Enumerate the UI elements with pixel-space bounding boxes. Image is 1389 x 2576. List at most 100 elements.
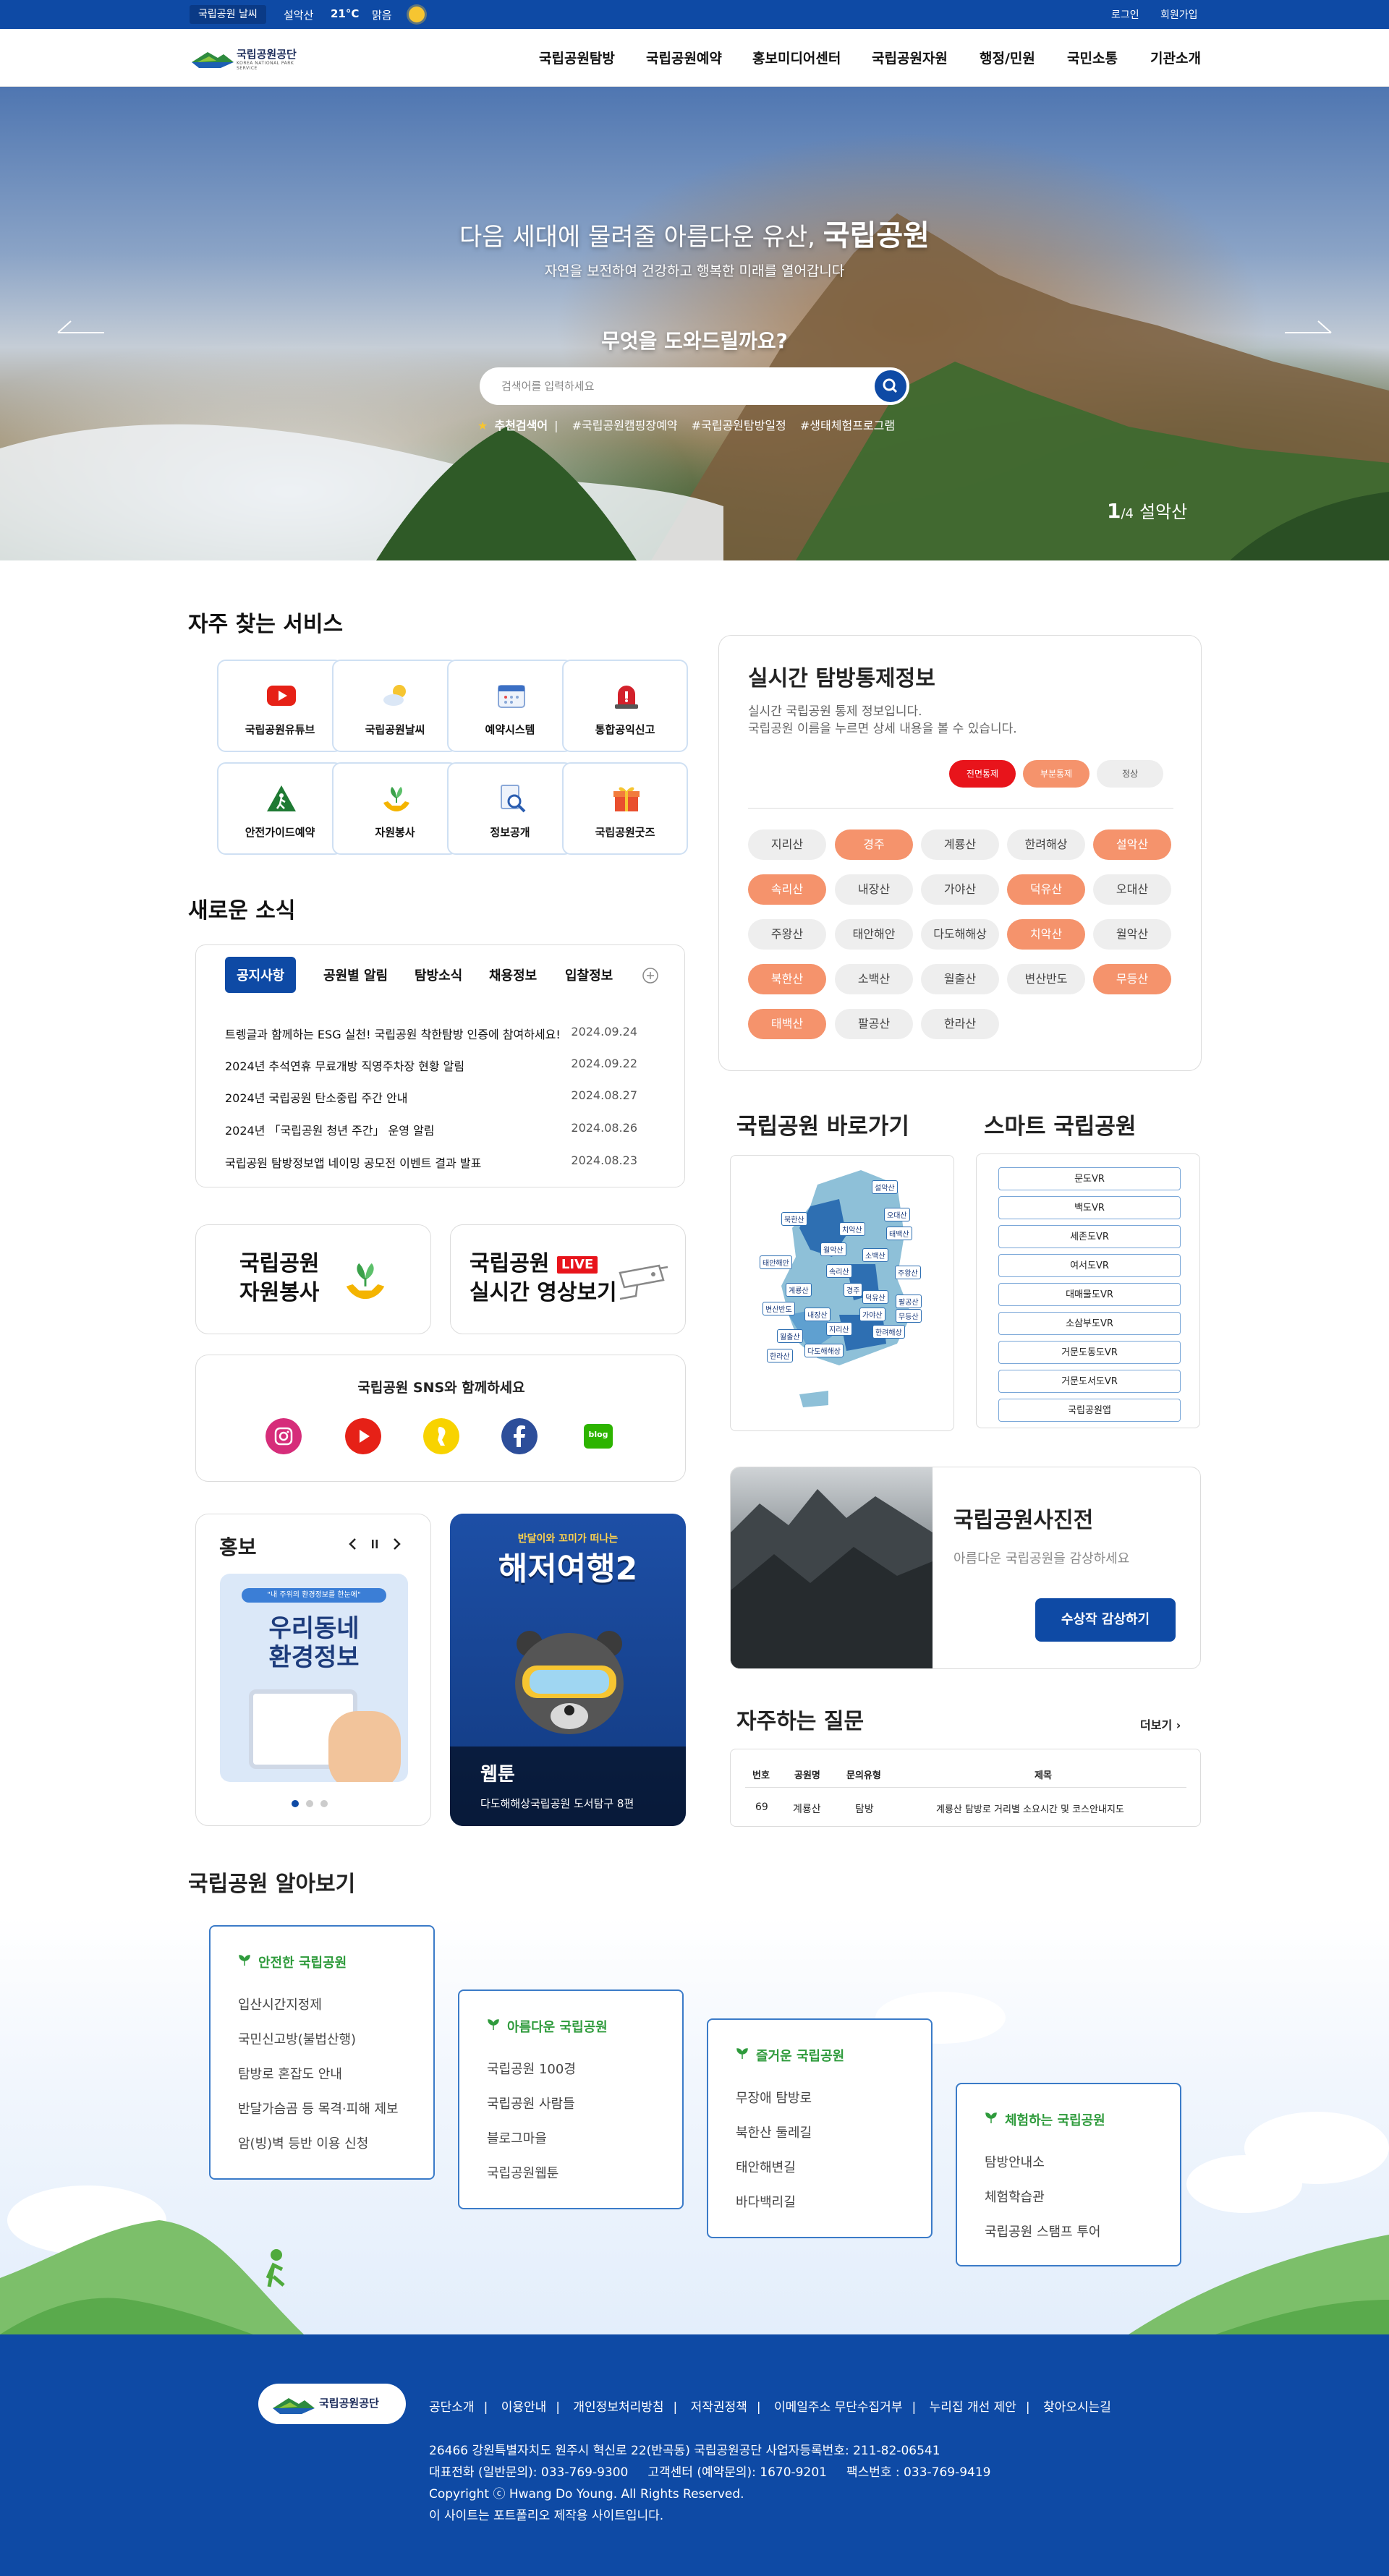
promo-prev-icon[interactable] xyxy=(348,1538,358,1551)
nav-resources[interactable]: 국립공원자원 xyxy=(872,48,948,67)
explore-link[interactable]: 반달가슴곰 등 목격·피해 제보 xyxy=(238,2099,399,2117)
carousel-dot[interactable] xyxy=(306,1800,313,1807)
nav-about[interactable]: 기관소개 xyxy=(1150,48,1201,67)
nav-reservation[interactable]: 국립공원예약 xyxy=(646,48,722,67)
park-chip[interactable]: 내장산 xyxy=(835,874,913,905)
tab-park-notice[interactable]: 공원별 알림 xyxy=(323,965,388,984)
footer-link-copyright[interactable]: 저작권정책 xyxy=(691,2400,747,2415)
map-label[interactable]: 태안해안 xyxy=(760,1255,792,1269)
tag-camping[interactable]: #국립공원캠핑장예약 xyxy=(572,419,678,432)
site-logo[interactable]: 국립공원공단 KOREA NATIONAL PARK SERVICE xyxy=(192,45,315,72)
hero-search-input[interactable] xyxy=(501,378,841,395)
live-card[interactable]: 국립공원 LIVE 실시간 영상보기 xyxy=(450,1224,686,1334)
park-chip[interactable]: 소백산 xyxy=(835,964,913,994)
park-chip[interactable]: 변산반도 xyxy=(1007,964,1085,994)
news-row[interactable]: 2024년 「국립공원 청년 주간」 운영 알림 2024.08.26 xyxy=(225,1121,637,1138)
join-link[interactable]: 회원가입 xyxy=(1160,7,1198,22)
map-label[interactable]: 내장산 xyxy=(804,1308,831,1321)
footer-logo[interactable]: 국립공원공단 xyxy=(258,2384,406,2424)
map-label[interactable]: 가야산 xyxy=(859,1308,885,1321)
explore-link[interactable]: 국민신고방(불법산행) xyxy=(238,2029,356,2048)
prev-slide-icon[interactable] xyxy=(56,318,104,336)
map-label[interactable]: 다도해해상 xyxy=(804,1344,844,1357)
vr-item[interactable]: 백도VR xyxy=(998,1196,1181,1219)
map-label[interactable]: 북한산 xyxy=(781,1212,807,1226)
vr-item[interactable]: 국립공원앱 xyxy=(998,1399,1181,1422)
park-chip[interactable]: 한려해상 xyxy=(1007,829,1085,860)
more-plus-icon[interactable] xyxy=(642,967,659,984)
service-safety-guide[interactable]: 안전가이드예약 xyxy=(217,762,343,855)
tab-notice[interactable]: 공지사항 xyxy=(225,957,297,993)
service-reservation[interactable]: 예약시스템 xyxy=(447,660,573,752)
map-label[interactable]: 월출산 xyxy=(777,1329,803,1343)
korea-map[interactable] xyxy=(731,1156,955,1432)
weather-tag[interactable]: 국립공원 날씨 xyxy=(190,5,266,24)
park-chip[interactable]: 팔공산 xyxy=(835,1009,913,1039)
explore-link[interactable]: 무장애 탐방로 xyxy=(736,2088,812,2107)
park-chip[interactable]: 월출산 xyxy=(921,964,999,994)
park-chip[interactable]: 오대산 xyxy=(1093,874,1171,905)
park-chip[interactable]: 경주 xyxy=(835,829,913,860)
map-label[interactable]: 월악산 xyxy=(820,1242,846,1256)
tag-schedule[interactable]: #국립공원탐방일정 xyxy=(692,419,786,432)
view-winners-button[interactable]: 수상작 감상하기 xyxy=(1035,1598,1176,1642)
explore-link[interactable]: 국립공원 스탬프 투어 xyxy=(985,2222,1100,2240)
news-row[interactable]: 국립공원 탐방정보앱 네이밍 공모전 이벤트 결과 발표 2024.08.23 xyxy=(225,1153,637,1171)
explore-link[interactable]: 북한산 둘레길 xyxy=(736,2123,812,2141)
vr-item[interactable]: 거문도서도VR xyxy=(998,1370,1181,1393)
explore-link[interactable]: 국립공원 사람들 xyxy=(487,2094,575,2112)
map-label[interactable]: 태백산 xyxy=(886,1227,912,1240)
facebook-icon[interactable] xyxy=(501,1418,538,1454)
park-chip[interactable]: 월악산 xyxy=(1093,919,1171,950)
news-row[interactable]: 트렝글과 함께하는 ESG 실천! 국립공원 착한탐방 인증에 참여하세요! 20… xyxy=(225,1025,637,1042)
footer-link-email[interactable]: 이메일주소 무단수집거부 xyxy=(774,2400,902,2415)
faq-more-link[interactable]: 더보기 › xyxy=(1140,1715,1181,1733)
service-report[interactable]: 통합공익신고 xyxy=(562,660,688,752)
map-label[interactable]: 한라산 xyxy=(767,1349,793,1362)
map-label[interactable]: 팔공산 xyxy=(896,1295,922,1308)
footer-link-guide[interactable]: 이용안내 xyxy=(501,2400,547,2415)
news-row[interactable]: 2024년 국립공원 탄소중립 주간 안내 2024.08.27 xyxy=(225,1088,637,1106)
nav-media[interactable]: 홍보미디어센터 xyxy=(752,48,841,67)
carousel-dot-active[interactable] xyxy=(292,1800,299,1807)
explore-link[interactable]: 탐방안내소 xyxy=(985,2152,1045,2171)
park-chip[interactable]: 지리산 xyxy=(748,829,826,860)
map-label[interactable]: 한려해상 xyxy=(872,1325,905,1339)
explore-link[interactable]: 체험학습관 xyxy=(985,2187,1045,2206)
promo-next-icon[interactable] xyxy=(391,1538,402,1551)
explore-link[interactable]: 태안해변길 xyxy=(736,2157,796,2176)
explore-link[interactable]: 국립공원 100경 xyxy=(487,2059,576,2078)
service-goods[interactable]: 국립공원굿즈 xyxy=(562,762,688,855)
park-chip[interactable]: 다도해해상 xyxy=(921,919,999,950)
next-slide-icon[interactable] xyxy=(1285,318,1333,336)
explore-link[interactable]: 바다백리길 xyxy=(736,2192,796,2211)
nav-civil[interactable]: 행정/민원 xyxy=(980,48,1035,67)
footer-link-about[interactable]: 공단소개 xyxy=(429,2400,475,2415)
explore-link[interactable]: 입산시간지정제 xyxy=(238,1995,322,2013)
service-volunteer[interactable]: 자원봉사 xyxy=(332,762,458,855)
park-chip[interactable]: 설악산 xyxy=(1093,829,1171,860)
instagram-icon[interactable] xyxy=(266,1418,302,1454)
map-label[interactable]: 소백산 xyxy=(862,1248,888,1262)
tab-bid[interactable]: 입찰정보 xyxy=(565,965,613,984)
blog-icon[interactable]: blog xyxy=(584,1424,613,1449)
explore-link[interactable]: 블로그마을 xyxy=(487,2128,547,2147)
tab-visit-news[interactable]: 탐방소식 xyxy=(415,965,462,984)
map-label[interactable]: 무등산 xyxy=(896,1309,922,1323)
service-weather[interactable]: 국립공원날씨 xyxy=(332,660,458,752)
vr-item[interactable]: 여서도VR xyxy=(998,1254,1181,1277)
nav-communication[interactable]: 국민소통 xyxy=(1067,48,1118,67)
map-label[interactable]: 오대산 xyxy=(884,1208,910,1221)
service-youtube[interactable]: 국립공원유튜브 xyxy=(217,660,343,752)
park-chip[interactable]: 한라산 xyxy=(921,1009,999,1039)
explore-link[interactable]: 국립공원웹툰 xyxy=(487,2163,558,2182)
webtoon-card[interactable]: 반달이와 꼬미가 떠나는 해저여행2 웹툰 다도해해상국립공원 도서탐구 8편 xyxy=(450,1514,686,1826)
vr-item[interactable]: 문도VR xyxy=(998,1167,1181,1190)
youtube-icon[interactable] xyxy=(345,1418,381,1454)
faq-row-title[interactable]: 계룡산 탐방로 거리별 소요시간 및 코스안내지도 xyxy=(936,1801,1124,1815)
map-label[interactable]: 설악산 xyxy=(872,1180,898,1194)
map-label[interactable]: 지리산 xyxy=(826,1322,852,1336)
park-chip[interactable]: 가야산 xyxy=(921,874,999,905)
map-label[interactable]: 주왕산 xyxy=(895,1266,921,1279)
footer-link-suggest[interactable]: 누리집 개선 제안 xyxy=(930,2400,1016,2415)
